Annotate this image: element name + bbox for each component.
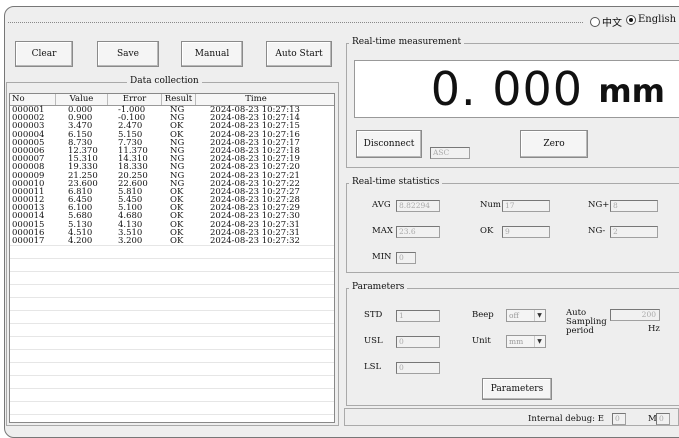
status-bar — [344, 408, 679, 426]
empty-row-line — [10, 245, 334, 247]
ng-minus-label: NG- — [588, 226, 606, 236]
empty-row-line — [10, 336, 334, 338]
num-field: 17 — [502, 200, 550, 212]
asc-field: ASC — [430, 147, 470, 159]
chevron-down-icon[interactable]: ▼ — [534, 336, 544, 347]
ng-plus-field: 8 — [610, 200, 658, 212]
num-label: Num — [480, 200, 501, 210]
column-header-error[interactable]: Error — [108, 94, 162, 105]
data-table[interactable]: No Value Error Result Time 000001 0.000 -1… — [9, 93, 335, 423]
usl-label: USL — [364, 336, 383, 346]
ok-label: OK — [480, 226, 494, 236]
debug-e-field: 0 — [612, 413, 626, 425]
std-input[interactable]: 1 — [396, 310, 440, 322]
language-option-chinese[interactable]: 中文 — [590, 14, 622, 29]
beep-select[interactable]: off ▼ — [506, 309, 546, 322]
empty-row-line — [10, 271, 334, 273]
cell-value: 4.200 — [68, 236, 93, 246]
avg-label: AVG — [372, 200, 391, 210]
radio-english[interactable] — [626, 14, 636, 25]
statistics-title: Real-time statistics — [349, 177, 443, 187]
english-label: English — [638, 14, 677, 25]
auto-sampling-label: Auto Sampling period — [566, 308, 607, 336]
empty-row-line — [10, 414, 334, 416]
cell-time: 2024-08-23 10:27:32 — [210, 236, 300, 246]
language-option-english[interactable]: English — [626, 14, 676, 25]
lsl-label: LSL — [364, 362, 382, 372]
manual-button[interactable]: Manual — [181, 41, 243, 67]
beep-label: Beep — [472, 310, 494, 320]
title-divider — [8, 22, 583, 23]
usl-input[interactable]: 0 — [396, 336, 440, 348]
parameters-title: Parameters — [349, 282, 408, 292]
ng-plus-label: NG+ — [588, 200, 610, 210]
auto-sampling-input[interactable]: 200 — [610, 309, 660, 321]
table-body: 000001 0.000 -1.000 NG 2024-08-23 10:27:13 00… — [10, 106, 334, 246]
cell-error: 3.200 — [118, 236, 143, 246]
empty-row-line — [10, 310, 334, 312]
radio-chinese[interactable] — [590, 16, 600, 27]
ng-minus-field: 2 — [610, 226, 658, 238]
lsl-input[interactable]: 0 — [396, 362, 440, 374]
cell-no: 000017 — [12, 236, 45, 246]
column-header-time[interactable]: Time — [196, 94, 316, 105]
unit-select[interactable]: mm ▼ — [506, 335, 546, 348]
column-header-result[interactable]: Result — [162, 94, 196, 105]
empty-row-line — [10, 362, 334, 364]
hz-label: Hz — [648, 324, 660, 334]
empty-row-line — [10, 375, 334, 377]
debug-label: Internal debug: E — [528, 414, 604, 424]
debug-m-field: 0 — [656, 413, 670, 425]
max-label: MAX — [372, 226, 393, 236]
measurement-unit: mm — [598, 72, 665, 110]
empty-row-line — [10, 258, 334, 260]
max-field: 23.6 — [396, 226, 440, 238]
table-row[interactable]: 000017 4.200 3.200 OK 2024-08-23 10:27:32 — [10, 236, 334, 246]
empty-row-line — [10, 401, 334, 403]
zero-button[interactable]: Zero — [520, 130, 588, 158]
unit-label: Unit — [472, 336, 491, 346]
clear-button[interactable]: Clear — [15, 41, 73, 67]
column-header-no[interactable]: No — [10, 94, 56, 105]
measurement-display: 0. 000 mm — [354, 60, 679, 118]
empty-row-line — [10, 388, 334, 390]
empty-row-line — [10, 297, 334, 299]
auto-start-button[interactable]: Auto Start — [266, 41, 332, 67]
beep-value: off — [509, 311, 519, 320]
data-collection-title: Data collection — [127, 76, 202, 86]
unit-value: mm — [509, 337, 524, 346]
ok-field: 9 — [502, 226, 550, 238]
chinese-label: 中文 — [602, 18, 622, 29]
min-label: MIN — [372, 252, 392, 262]
measurement-value: 0. 000 — [430, 62, 583, 116]
parameters-button[interactable]: Parameters — [482, 378, 552, 400]
chevron-down-icon[interactable]: ▼ — [534, 310, 544, 321]
std-label: STD — [364, 310, 383, 320]
measurement-title: Real-time measurement — [349, 37, 465, 47]
column-header-value[interactable]: Value — [56, 94, 108, 105]
cell-result: OK — [170, 236, 184, 246]
min-field: 0 — [396, 252, 416, 264]
empty-row-line — [10, 349, 334, 351]
disconnect-button[interactable]: Disconnect — [356, 130, 422, 158]
empty-row-line — [10, 284, 334, 286]
empty-row-line — [10, 323, 334, 325]
save-button[interactable]: Save — [97, 41, 159, 67]
avg-field: 8.82294 — [396, 200, 440, 212]
